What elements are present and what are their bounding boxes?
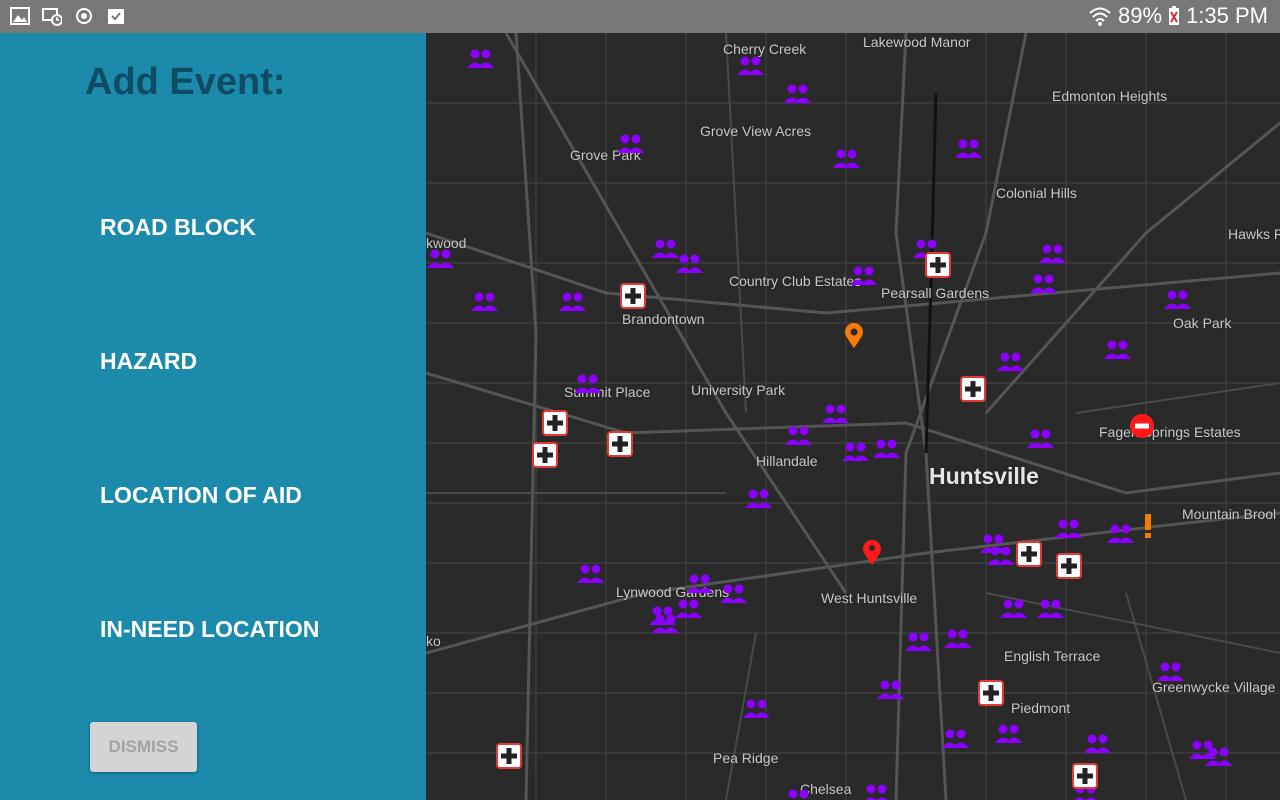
clipboard-check-icon <box>108 9 124 24</box>
panel-title: Add Event: <box>85 61 286 103</box>
place-label: Fagen Springs Estates <box>1099 424 1241 440</box>
location-of-aid-option[interactable]: LOCATION OF AID <box>100 482 302 509</box>
sync-icon <box>76 8 92 24</box>
place-label: Oak Park <box>1173 315 1232 331</box>
place-label: West Huntsville <box>821 590 918 606</box>
place-label: Pea Ridge <box>713 750 779 766</box>
place-label: ko <box>426 633 441 649</box>
in-need-location-option[interactable]: IN-NEED LOCATION <box>100 616 319 643</box>
place-label: Country Club Estates <box>729 273 862 289</box>
place-label: University Park <box>691 382 786 398</box>
map-view[interactable]: Cherry Creek Lakewood Manor Edmonton Hei… <box>426 33 1280 800</box>
place-label: Grove View Acres <box>700 123 812 139</box>
status-bar-notifications <box>10 6 126 26</box>
road-block-option[interactable]: ROAD BLOCK <box>100 214 256 241</box>
add-event-panel: Add Event: ROAD BLOCK HAZARD LOCATION OF… <box>0 33 426 800</box>
wifi-icon <box>1089 7 1111 26</box>
status-bar-system: 89% 1:35 PM <box>1088 3 1268 29</box>
dismiss-button[interactable]: DISMISS <box>90 722 197 772</box>
place-label: Lakewood Manor <box>863 34 971 50</box>
place-label: Mountain Brool <box>1182 506 1277 522</box>
place-label: Hillandale <box>756 453 818 469</box>
hazard-option[interactable]: HAZARD <box>100 348 197 375</box>
battery-percent: 89% <box>1118 3 1163 28</box>
gallery-icon <box>10 7 30 25</box>
clock: 1:35 PM <box>1186 3 1268 28</box>
place-label: Piedmont <box>1011 700 1071 716</box>
place-label: English Terrace <box>1004 648 1101 664</box>
device-clock-icon <box>42 8 62 26</box>
place-label: Pearsall Gardens <box>881 285 990 301</box>
status-bar: 89% 1:35 PM <box>0 0 1280 33</box>
city-label: Huntsville <box>929 463 1039 489</box>
place-label: Edmonton Heights <box>1052 88 1168 104</box>
place-label: Hawks R <box>1228 226 1280 242</box>
battery-icon <box>1169 6 1180 25</box>
place-label: Colonial Hills <box>996 185 1077 201</box>
place-label: Brandontown <box>622 311 705 327</box>
